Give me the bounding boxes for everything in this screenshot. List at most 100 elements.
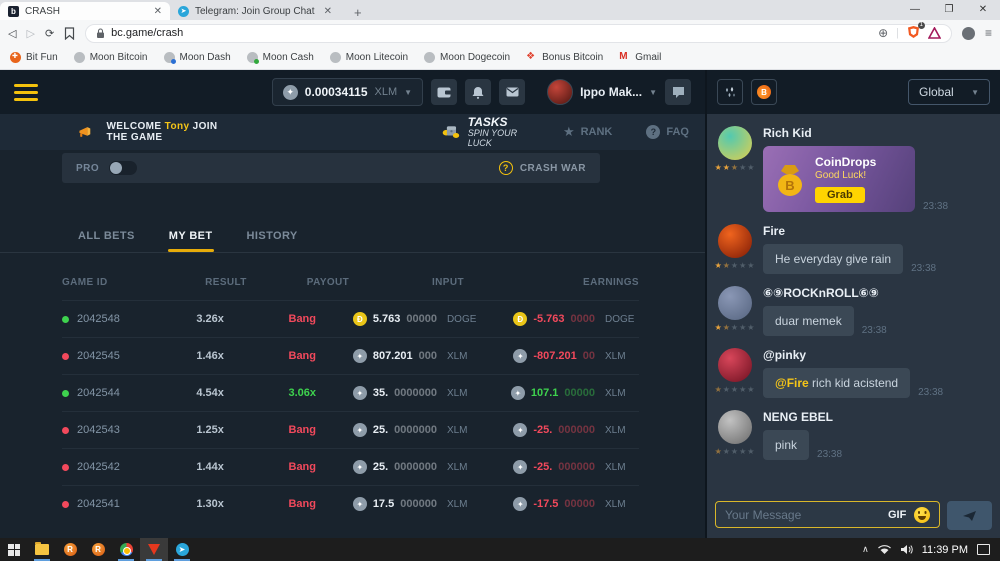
chat-username[interactable]: @pinky	[763, 348, 990, 362]
mail-button[interactable]	[499, 79, 525, 105]
bookmark-item[interactable]: Moon Dogecoin	[424, 52, 510, 63]
welcome-label: WELCOME	[106, 121, 161, 132]
status-dot	[62, 501, 69, 508]
wallet-button[interactable]	[431, 79, 457, 105]
chat-username[interactable]: Rich Kid	[763, 126, 990, 140]
target-icon[interactable]: ⊕	[878, 26, 888, 40]
tab-close-icon[interactable]: ✕	[324, 6, 332, 17]
action-center-icon[interactable]	[977, 544, 990, 555]
chat-avatar[interactable]	[718, 286, 752, 320]
chat-avatar[interactable]	[718, 126, 752, 160]
tray-expand-icon[interactable]: ∧	[862, 544, 869, 555]
bookmark-item[interactable]: Moon Dash	[164, 52, 231, 63]
window-maximize-button[interactable]: ❐	[932, 0, 966, 20]
xlm-coin-icon: ✦	[283, 85, 298, 100]
window-minimize-button[interactable]: —	[898, 0, 932, 20]
user-stars: ★★★★★	[715, 385, 756, 394]
bookmark-item[interactable]: Gmail	[619, 52, 661, 63]
rewards-triangle-icon[interactable]	[928, 27, 941, 39]
bookmark-item[interactable]: Moon Cash	[247, 52, 314, 63]
balance-currency: XLM	[375, 86, 398, 98]
tab-my-bet[interactable]: MY BET	[169, 230, 213, 252]
bookmark-item[interactable]: Moon Bitcoin	[74, 52, 148, 63]
app-r1-icon[interactable]: R	[56, 538, 84, 561]
pro-toggle[interactable]	[109, 161, 137, 175]
chrome-icon[interactable]	[112, 538, 140, 561]
clock[interactable]: 11:39 PM	[922, 544, 968, 556]
coindrop-button[interactable]: B	[751, 79, 777, 105]
tab-all-bets[interactable]: ALL BETS	[78, 230, 135, 252]
message-input-wrap: GIF	[715, 501, 940, 528]
megaphone-icon	[78, 124, 92, 141]
notifications-bell-button[interactable]	[465, 79, 491, 105]
username: Ippo Mak...	[580, 85, 642, 99]
chat-messages[interactable]: ★★★★★ Rich Kid B CoinDrops Good Luck! Gr…	[707, 114, 1000, 495]
bonus-favicon	[526, 52, 537, 63]
reload-icon[interactable]: ⟳	[45, 27, 54, 40]
hamburger-menu-icon[interactable]	[14, 84, 38, 101]
moon-favicon	[424, 52, 435, 63]
address-bar[interactable]: bc.game/crash ⊕ | 1	[85, 24, 952, 43]
xlm-coin-icon: ✦	[353, 460, 367, 474]
brave-icon[interactable]	[140, 538, 168, 561]
brave-shield-icon[interactable]: 1	[907, 25, 920, 42]
browser-profile-icon[interactable]	[962, 27, 975, 40]
col-payout: PAYOUT	[272, 277, 384, 288]
faq-link[interactable]: ? FAQ	[646, 125, 689, 139]
bets-table: GAME ID RESULT PAYOUT INPUT EARNINGS 204…	[0, 277, 705, 522]
bookmark-item[interactable]: Bit Fun	[10, 52, 58, 63]
balance-selector[interactable]: ✦ 0.00034115 XLM ▼	[272, 78, 423, 106]
window-close-button[interactable]: ✕	[966, 0, 1000, 20]
status-dot	[62, 464, 69, 471]
tab-history[interactable]: HISTORY	[247, 230, 298, 252]
bookmark-item[interactable]: Moon Litecoin	[330, 52, 408, 63]
treasure-chest-icon	[442, 121, 460, 143]
crash-war-link[interactable]: ? CRASH WAR	[499, 161, 586, 175]
back-icon[interactable]: ◁	[8, 27, 16, 40]
telegram-favicon: ➤	[178, 6, 189, 17]
grab-button[interactable]: Grab	[815, 187, 865, 203]
player-name: Tony	[165, 121, 190, 132]
chat-avatar[interactable]	[718, 348, 752, 382]
status-dot	[62, 427, 69, 434]
bookmark-item[interactable]: Bonus Bitcoin	[526, 52, 603, 63]
chevron-down-icon: ▼	[971, 88, 979, 97]
volume-icon[interactable]	[900, 544, 913, 555]
chat-avatar[interactable]	[718, 410, 752, 444]
tasks-link[interactable]: TASKS SPIN YOUR LUCK	[442, 116, 521, 148]
xlm-coin-icon: ✦	[513, 497, 527, 511]
windows-taskbar: R R ➤ ∧ 11:39 PM	[0, 538, 1000, 561]
browser-menu-icon[interactable]: ≡	[985, 26, 992, 40]
send-button[interactable]	[947, 501, 992, 530]
file-explorer-icon[interactable]	[28, 538, 56, 561]
emoji-button[interactable]	[914, 507, 930, 523]
gif-button[interactable]: GIF	[888, 509, 906, 521]
user-menu[interactable]: Ippo Mak... ▼	[547, 79, 657, 105]
wifi-icon[interactable]	[878, 545, 891, 555]
chat-username[interactable]: ⑥⑨ROCKnROLL⑥⑨	[763, 286, 990, 300]
xlm-coin-icon: ✦	[353, 497, 367, 511]
new-tab-button[interactable]: +	[348, 5, 368, 20]
rain-button[interactable]	[717, 79, 743, 105]
tab-close-icon[interactable]: ✕	[154, 6, 162, 17]
app-r2-icon[interactable]: R	[84, 538, 112, 561]
chat-username[interactable]: Fire	[763, 224, 990, 238]
doge-coin-icon: Ð	[513, 312, 527, 326]
message-input[interactable]	[725, 508, 880, 522]
site-topbar: ✦ 0.00034115 XLM ▼ Ippo Mak... ▼	[0, 70, 705, 114]
browser-tab[interactable]: b CRASH ✕	[0, 2, 170, 20]
lock-icon	[96, 28, 105, 39]
rank-link[interactable]: ★ RANK	[563, 124, 612, 140]
col-game-id: GAME ID	[62, 277, 180, 288]
start-button[interactable]	[0, 538, 28, 561]
chat-username[interactable]: NENG EBEL	[763, 410, 990, 424]
browser-tab[interactable]: ➤ Telegram: Join Group Chat ✕	[170, 2, 340, 20]
bookmark-icon[interactable]	[64, 27, 75, 40]
forward-icon[interactable]: ▷	[26, 27, 34, 40]
chat-region-dropdown[interactable]: Global ▼	[908, 79, 990, 105]
chat-avatar[interactable]	[718, 224, 752, 258]
svg-text:B: B	[785, 178, 794, 193]
status-dot	[62, 353, 69, 360]
telegram-icon[interactable]: ➤	[168, 538, 196, 561]
chat-toggle-button[interactable]	[665, 79, 691, 105]
